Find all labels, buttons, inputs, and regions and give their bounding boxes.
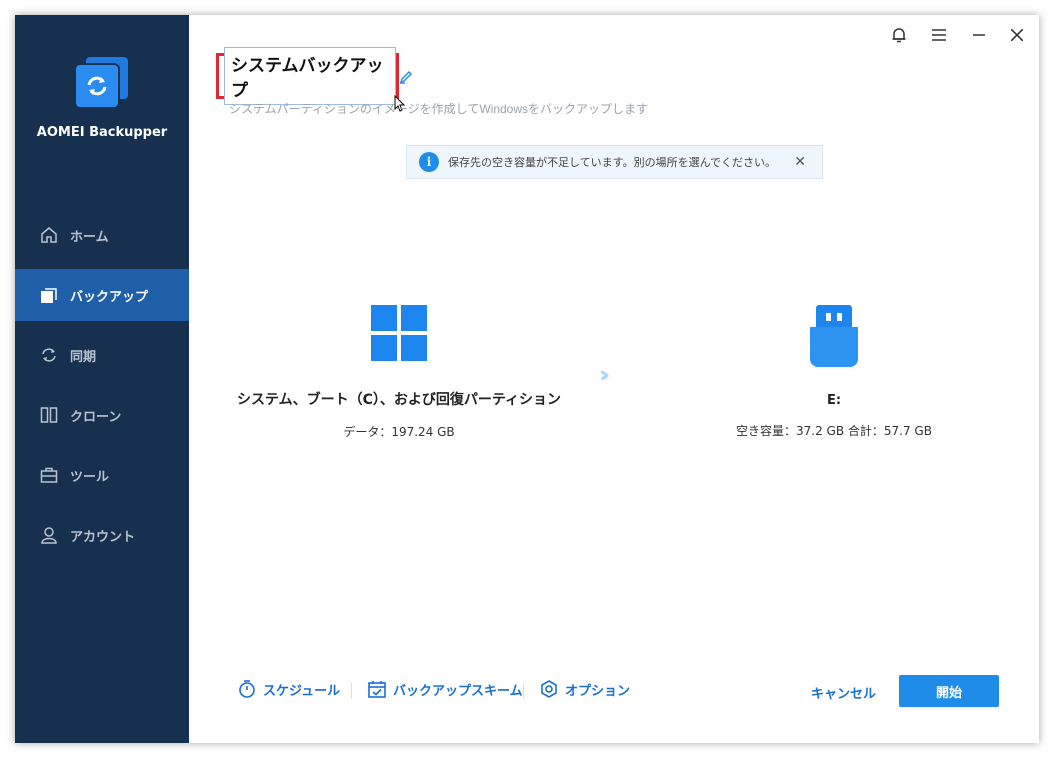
sidebar-item-backup[interactable]: バックアップ: [15, 269, 189, 321]
destination-capacity: 空き容量：37.2 GB 合計：57.7 GB: [736, 424, 932, 438]
home-icon: [38, 224, 60, 246]
divider: [351, 683, 352, 699]
backup-scheme-button[interactable]: バックアップスキーム: [367, 679, 523, 699]
options-label: オプション: [565, 683, 631, 699]
schedule-button[interactable]: スケジュール: [237, 679, 340, 699]
direction-arrows-icon: ›››: [599, 363, 611, 388]
usb-drive-icon: [810, 305, 858, 367]
destination-selector[interactable]: E: 空き容量：37.2 GB 合計：57.7 GB: [694, 305, 974, 439]
sidebar-item-label: アカウント: [70, 529, 136, 545]
cancel-button[interactable]: キャンセル: [811, 683, 876, 702]
minimize-icon[interactable]: [969, 25, 989, 45]
notice-close-icon[interactable]: ✕: [794, 154, 806, 170]
source-data-size: データ：197.24 GB: [343, 425, 455, 439]
app-logo: [74, 55, 130, 111]
source-name: システム、ブート（C）、および回復パーティション: [236, 392, 561, 408]
backup-scheme-label: バックアップスキーム: [393, 683, 523, 699]
bell-icon[interactable]: [889, 25, 909, 45]
stopwatch-icon: [239, 680, 255, 698]
title-highlight: システムバックアップ: [216, 47, 399, 105]
edit-pencil-icon[interactable]: [399, 69, 413, 88]
sync-icon: [38, 344, 60, 366]
clone-icon: [38, 404, 60, 426]
start-button[interactable]: 開始: [899, 675, 999, 707]
notice-text: 保存先の空き容量が不足しています。別の場所を選んでください。: [448, 156, 777, 169]
tools-icon: [38, 464, 60, 486]
sidebar-item-label: バックアップ: [70, 289, 149, 305]
backup-icon: [38, 284, 60, 306]
menu-icon[interactable]: [929, 25, 949, 45]
warning-notice: i 保存先の空き容量が不足しています。別の場所を選んでください。 ✕: [406, 145, 823, 179]
schedule-label: スケジュール: [263, 683, 341, 699]
options-button[interactable]: オプション: [539, 679, 630, 699]
destination-name: E:: [826, 393, 842, 408]
source-selector[interactable]: システム、ブート（C）、および回復パーティション データ：197.24 GB: [229, 305, 569, 440]
divider: [523, 683, 524, 699]
info-icon: i: [419, 152, 439, 172]
gear-icon: [541, 680, 557, 698]
sidebar-item-clone[interactable]: クローン: [15, 389, 189, 441]
sidebar-item-label: 同期: [70, 349, 97, 365]
sidebar-item-label: ホーム: [70, 229, 109, 245]
close-icon[interactable]: [1007, 25, 1027, 45]
sidebar-item-sync[interactable]: 同期: [15, 329, 189, 381]
calendar-check-icon: [368, 681, 386, 698]
sidebar-item-label: ツール: [70, 469, 110, 485]
task-name-input[interactable]: システムバックアップ: [224, 47, 396, 105]
windows-icon: [371, 305, 427, 361]
user-icon: [38, 524, 60, 546]
app-name: AOMEI Backupper: [36, 125, 168, 140]
main-panel: システムバックアップ システムパーティションのイメージを作成してWindowsを…: [189, 15, 1039, 743]
app-window: AOMEI Backupper ホーム バックアップ 同期 クローン ツール ア…: [15, 15, 1039, 743]
sidebar-item-label: クローン: [70, 409, 122, 425]
sidebar-item-tools[interactable]: ツール: [15, 449, 189, 501]
sidebar: AOMEI Backupper ホーム バックアップ 同期 クローン ツール ア…: [15, 15, 189, 743]
sidebar-item-home[interactable]: ホーム: [15, 209, 189, 261]
sync-logo-icon: [87, 76, 107, 96]
sidebar-item-account[interactable]: アカウント: [15, 509, 189, 561]
page-subtitle: システムパーティションのイメージを作成してWindowsをバックアップします: [229, 102, 649, 116]
